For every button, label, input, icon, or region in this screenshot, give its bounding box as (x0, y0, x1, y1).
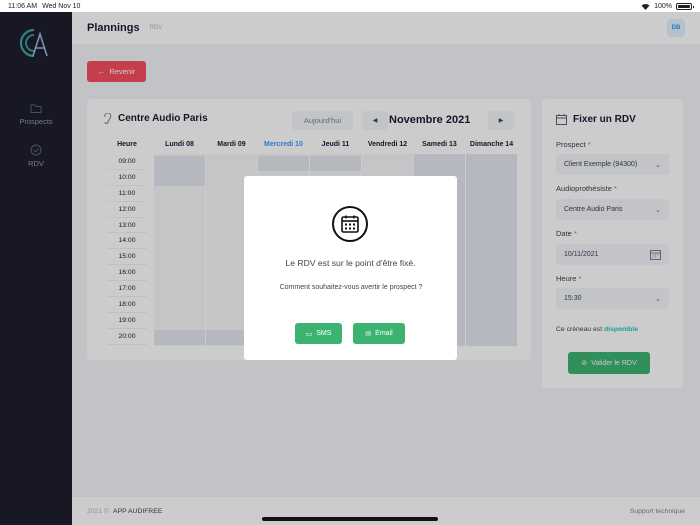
modal-question: Comment souhaitez-vous avertir le prospe… (279, 284, 423, 291)
battery-icon (676, 2, 694, 10)
status-time: 11:06 AM (8, 2, 38, 10)
wifi-icon (641, 3, 650, 10)
notify-modal: Le RDV est sur le point d'être fixé. Com… (244, 176, 457, 360)
sms-button[interactable]: ▭ SMS (295, 323, 342, 344)
envelope-icon: ✉ (365, 330, 372, 338)
home-indicator[interactable] (262, 517, 438, 521)
sms-button-label: SMS (316, 330, 332, 337)
email-button-label: Email (375, 330, 393, 337)
email-button[interactable]: ✉ Email (353, 323, 405, 344)
status-bar: 11:06 AM Wed Nov 10 100% (0, 0, 700, 12)
calendar-icon (332, 206, 368, 242)
message-icon: ▭ (305, 330, 313, 338)
status-date: Wed Nov 10 (42, 2, 81, 10)
battery-percent: 100% (654, 2, 672, 10)
modal-message: Le RDV est sur le point d'être fixé. (285, 258, 416, 268)
